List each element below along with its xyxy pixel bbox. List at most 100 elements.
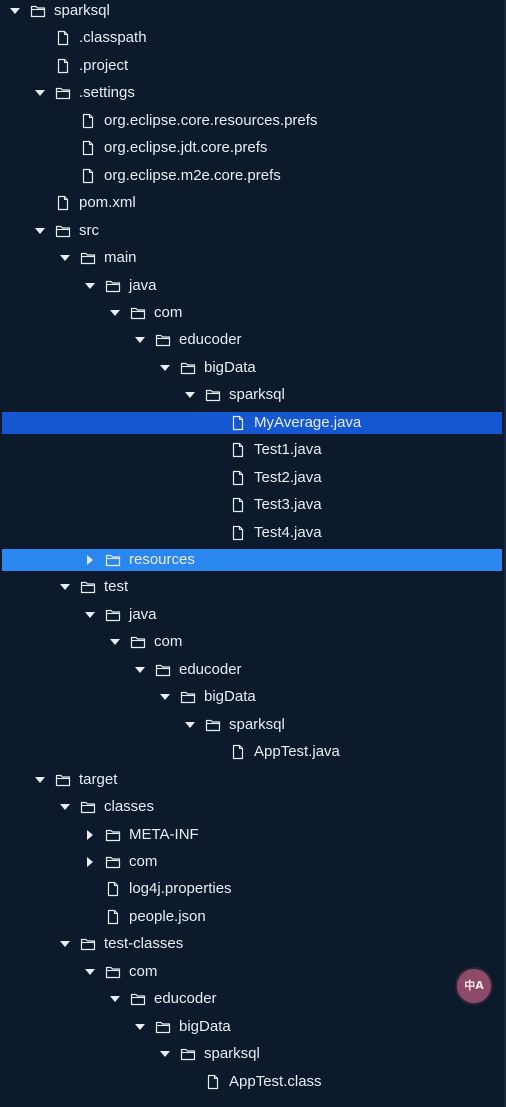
tree-item-label: src: [79, 222, 99, 239]
tree-folder-row[interactable]: src: [2, 220, 502, 242]
tree-folder-row[interactable]: target: [2, 769, 502, 791]
tree-folder-row[interactable]: com: [2, 961, 502, 983]
chevron-down-icon[interactable]: [58, 247, 72, 269]
tree-item-label: sparksql: [229, 716, 285, 733]
tree-file-row[interactable]: pom.xml: [2, 192, 502, 214]
tree-file-row[interactable]: Test4.java: [2, 522, 502, 544]
tree-item-label: sparksql: [229, 386, 285, 403]
tree-folder-row[interactable]: educoder: [2, 329, 502, 351]
tree-item-label: Test3.java: [254, 496, 322, 513]
folder-icon: [80, 250, 96, 266]
folder-icon: [105, 827, 121, 843]
tree-folder-row[interactable]: com: [2, 851, 502, 873]
chevron-down-icon[interactable]: [8, 0, 22, 22]
tree-file-row[interactable]: Test1.java: [2, 439, 502, 461]
translate-icon[interactable]: 中A: [457, 969, 491, 1003]
tree-item-label: AppTest.java: [254, 743, 340, 760]
folder-icon: [55, 85, 71, 101]
tree-file-row[interactable]: log4j.properties: [2, 878, 502, 900]
tree-file-row[interactable]: MyAverage.java: [2, 412, 502, 434]
chevron-right-icon[interactable]: [83, 824, 97, 846]
chevron-down-icon[interactable]: [158, 1043, 172, 1065]
tree-folder-row[interactable]: bigData: [2, 1016, 502, 1038]
tree-folder-row[interactable]: classes: [2, 796, 502, 818]
file-icon: [80, 140, 96, 156]
chevron-right-icon[interactable]: [83, 549, 97, 571]
tree-item-label: educoder: [179, 661, 242, 678]
tree-item-label: .classpath: [79, 29, 147, 46]
tree-file-row[interactable]: Test2.java: [2, 467, 502, 489]
tree-item-label: classes: [104, 798, 155, 815]
file-icon: [230, 415, 246, 431]
tree-item-label: educoder: [179, 331, 242, 348]
tree-folder-row[interactable]: com: [2, 302, 502, 324]
tree-folder-row[interactable]: META-INF: [2, 824, 502, 846]
tree-folder-row[interactable]: java: [2, 604, 502, 626]
tree-item-label: resources: [129, 551, 195, 568]
folder-icon: [30, 3, 46, 19]
tree-folder-row[interactable]: sparksql: [2, 714, 502, 736]
tree-folder-row[interactable]: sparksql: [2, 1043, 502, 1065]
tree-folder-row[interactable]: bigData: [2, 357, 502, 379]
tree-item-label: bigData: [179, 1018, 231, 1035]
chevron-down-icon[interactable]: [58, 796, 72, 818]
tree-folder-row[interactable]: bigData: [2, 686, 502, 708]
tree-item-label: main: [104, 249, 137, 266]
tree-file-row[interactable]: .classpath: [2, 27, 502, 49]
tree-folder-row[interactable]: java: [2, 275, 502, 297]
tree-folder-row[interactable]: sparksql: [2, 384, 502, 406]
tree-folder-row[interactable]: main: [2, 247, 502, 269]
file-icon: [230, 497, 246, 513]
folder-icon: [105, 278, 121, 294]
chevron-down-icon[interactable]: [58, 933, 72, 955]
chevron-down-icon[interactable]: [133, 659, 147, 681]
tree-folder-row[interactable]: resources: [2, 549, 502, 571]
tree-item-label: log4j.properties: [129, 880, 232, 897]
chevron-down-icon[interactable]: [33, 769, 47, 791]
chevron-down-icon[interactable]: [133, 329, 147, 351]
tree-folder-row[interactable]: .settings: [2, 82, 502, 104]
chevron-down-icon[interactable]: [83, 961, 97, 983]
chevron-down-icon[interactable]: [83, 604, 97, 626]
tree-item-label: .settings: [79, 84, 135, 101]
tree-item-label: Test1.java: [254, 441, 322, 458]
tree-folder-row[interactable]: educoder: [2, 659, 502, 681]
tree-item-label: sparksql: [204, 1045, 260, 1062]
tree-folder-row[interactable]: test-classes: [2, 933, 502, 955]
tree-file-row[interactable]: Test3.java: [2, 494, 502, 516]
chevron-down-icon[interactable]: [58, 576, 72, 598]
folder-icon: [155, 1019, 171, 1035]
chevron-down-icon[interactable]: [108, 631, 122, 653]
chevron-down-icon[interactable]: [183, 384, 197, 406]
tree-item-label: bigData: [204, 359, 256, 376]
tree-folder-row[interactable]: educoder: [2, 988, 502, 1010]
chevron-down-icon[interactable]: [108, 302, 122, 324]
chevron-down-icon[interactable]: [158, 686, 172, 708]
folder-icon: [55, 223, 71, 239]
tree-file-row[interactable]: org.eclipse.m2e.core.prefs: [2, 165, 502, 187]
tree-file-row[interactable]: AppTest.class: [2, 1071, 502, 1093]
tree-file-row[interactable]: people.json: [2, 906, 502, 928]
tree-item-label: test-classes: [104, 935, 184, 952]
chevron-down-icon[interactable]: [33, 82, 47, 104]
chevron-down-icon[interactable]: [108, 988, 122, 1010]
file-icon: [230, 470, 246, 486]
folder-icon: [155, 332, 171, 348]
tree-folder-row[interactable]: test: [2, 576, 502, 598]
chevron-down-icon[interactable]: [133, 1016, 147, 1038]
tree-folder-row[interactable]: com: [2, 631, 502, 653]
tree-file-row[interactable]: .project: [2, 55, 502, 77]
tree-file-row[interactable]: AppTest.java: [2, 741, 502, 763]
chevron-down-icon[interactable]: [183, 714, 197, 736]
file-icon: [230, 525, 246, 541]
folder-icon: [205, 717, 221, 733]
chevron-down-icon[interactable]: [33, 220, 47, 242]
tree-file-row[interactable]: org.eclipse.core.resources.prefs: [2, 110, 502, 132]
folder-icon: [105, 607, 121, 623]
chevron-down-icon[interactable]: [158, 357, 172, 379]
chevron-right-icon[interactable]: [83, 851, 97, 873]
tree-folder-row[interactable]: sparksql: [2, 0, 502, 22]
tree-file-row[interactable]: org.eclipse.jdt.core.prefs: [2, 137, 502, 159]
chevron-down-icon[interactable]: [83, 275, 97, 297]
tree-item-label: Test4.java: [254, 524, 322, 541]
